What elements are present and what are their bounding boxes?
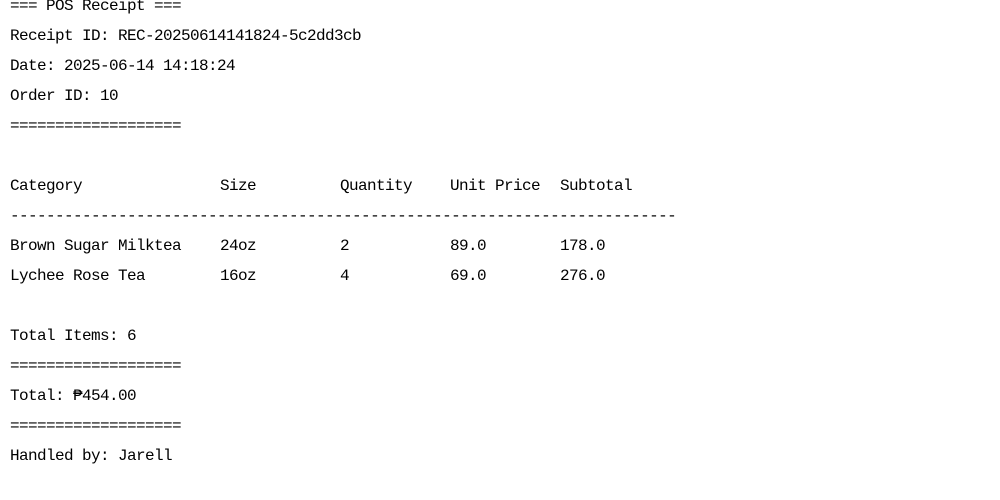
row-category: Lychee Rose Tea: [10, 267, 146, 285]
row-size: 16oz: [220, 267, 257, 285]
order-id-line: Order ID: 10: [10, 87, 119, 105]
row-quantity: 2: [340, 237, 350, 255]
table-divider: ----------------------------------------…: [10, 207, 677, 225]
row-subtotal: 276.0: [560, 267, 606, 285]
column-header-quantity: Quantity: [340, 177, 413, 195]
row-unit-price: 69.0: [450, 267, 487, 285]
total-amount-line: Total: ₱454.00: [10, 387, 137, 405]
receipt-header: === POS Receipt ===: [10, 0, 182, 15]
row-size: 24oz: [220, 237, 257, 255]
header-separator: ===================: [10, 117, 182, 135]
column-header-size: Size: [220, 177, 257, 195]
receipt-id-line: Receipt ID: REC-20250614141824-5c2dd3cb: [10, 27, 362, 45]
total-separator-bottom: ===================: [10, 417, 182, 435]
receipt-date-line: Date: 2025-06-14 14:18:24: [10, 57, 236, 75]
row-quantity: 4: [340, 267, 350, 285]
column-header-subtotal: Subtotal: [560, 177, 633, 195]
row-unit-price: 89.0: [450, 237, 487, 255]
column-header-unit-price: Unit Price: [450, 177, 541, 195]
row-category: Brown Sugar Milktea: [10, 237, 182, 255]
row-subtotal: 178.0: [560, 237, 606, 255]
total-items-line: Total Items: 6: [10, 327, 137, 345]
table-header-row: Category Size Quantity Unit Price Subtot…: [0, 174, 1000, 198]
total-separator-top: ===================: [10, 357, 182, 375]
column-header-category: Category: [10, 177, 83, 195]
handled-by-line: Handled by: Jarell: [10, 447, 173, 465]
table-row: Brown Sugar Milktea 24oz 2 89.0 178.0: [0, 234, 1000, 258]
table-row: Lychee Rose Tea 16oz 4 69.0 276.0: [0, 264, 1000, 288]
pos-receipt: === POS Receipt === Receipt ID: REC-2025…: [0, 0, 1000, 500]
